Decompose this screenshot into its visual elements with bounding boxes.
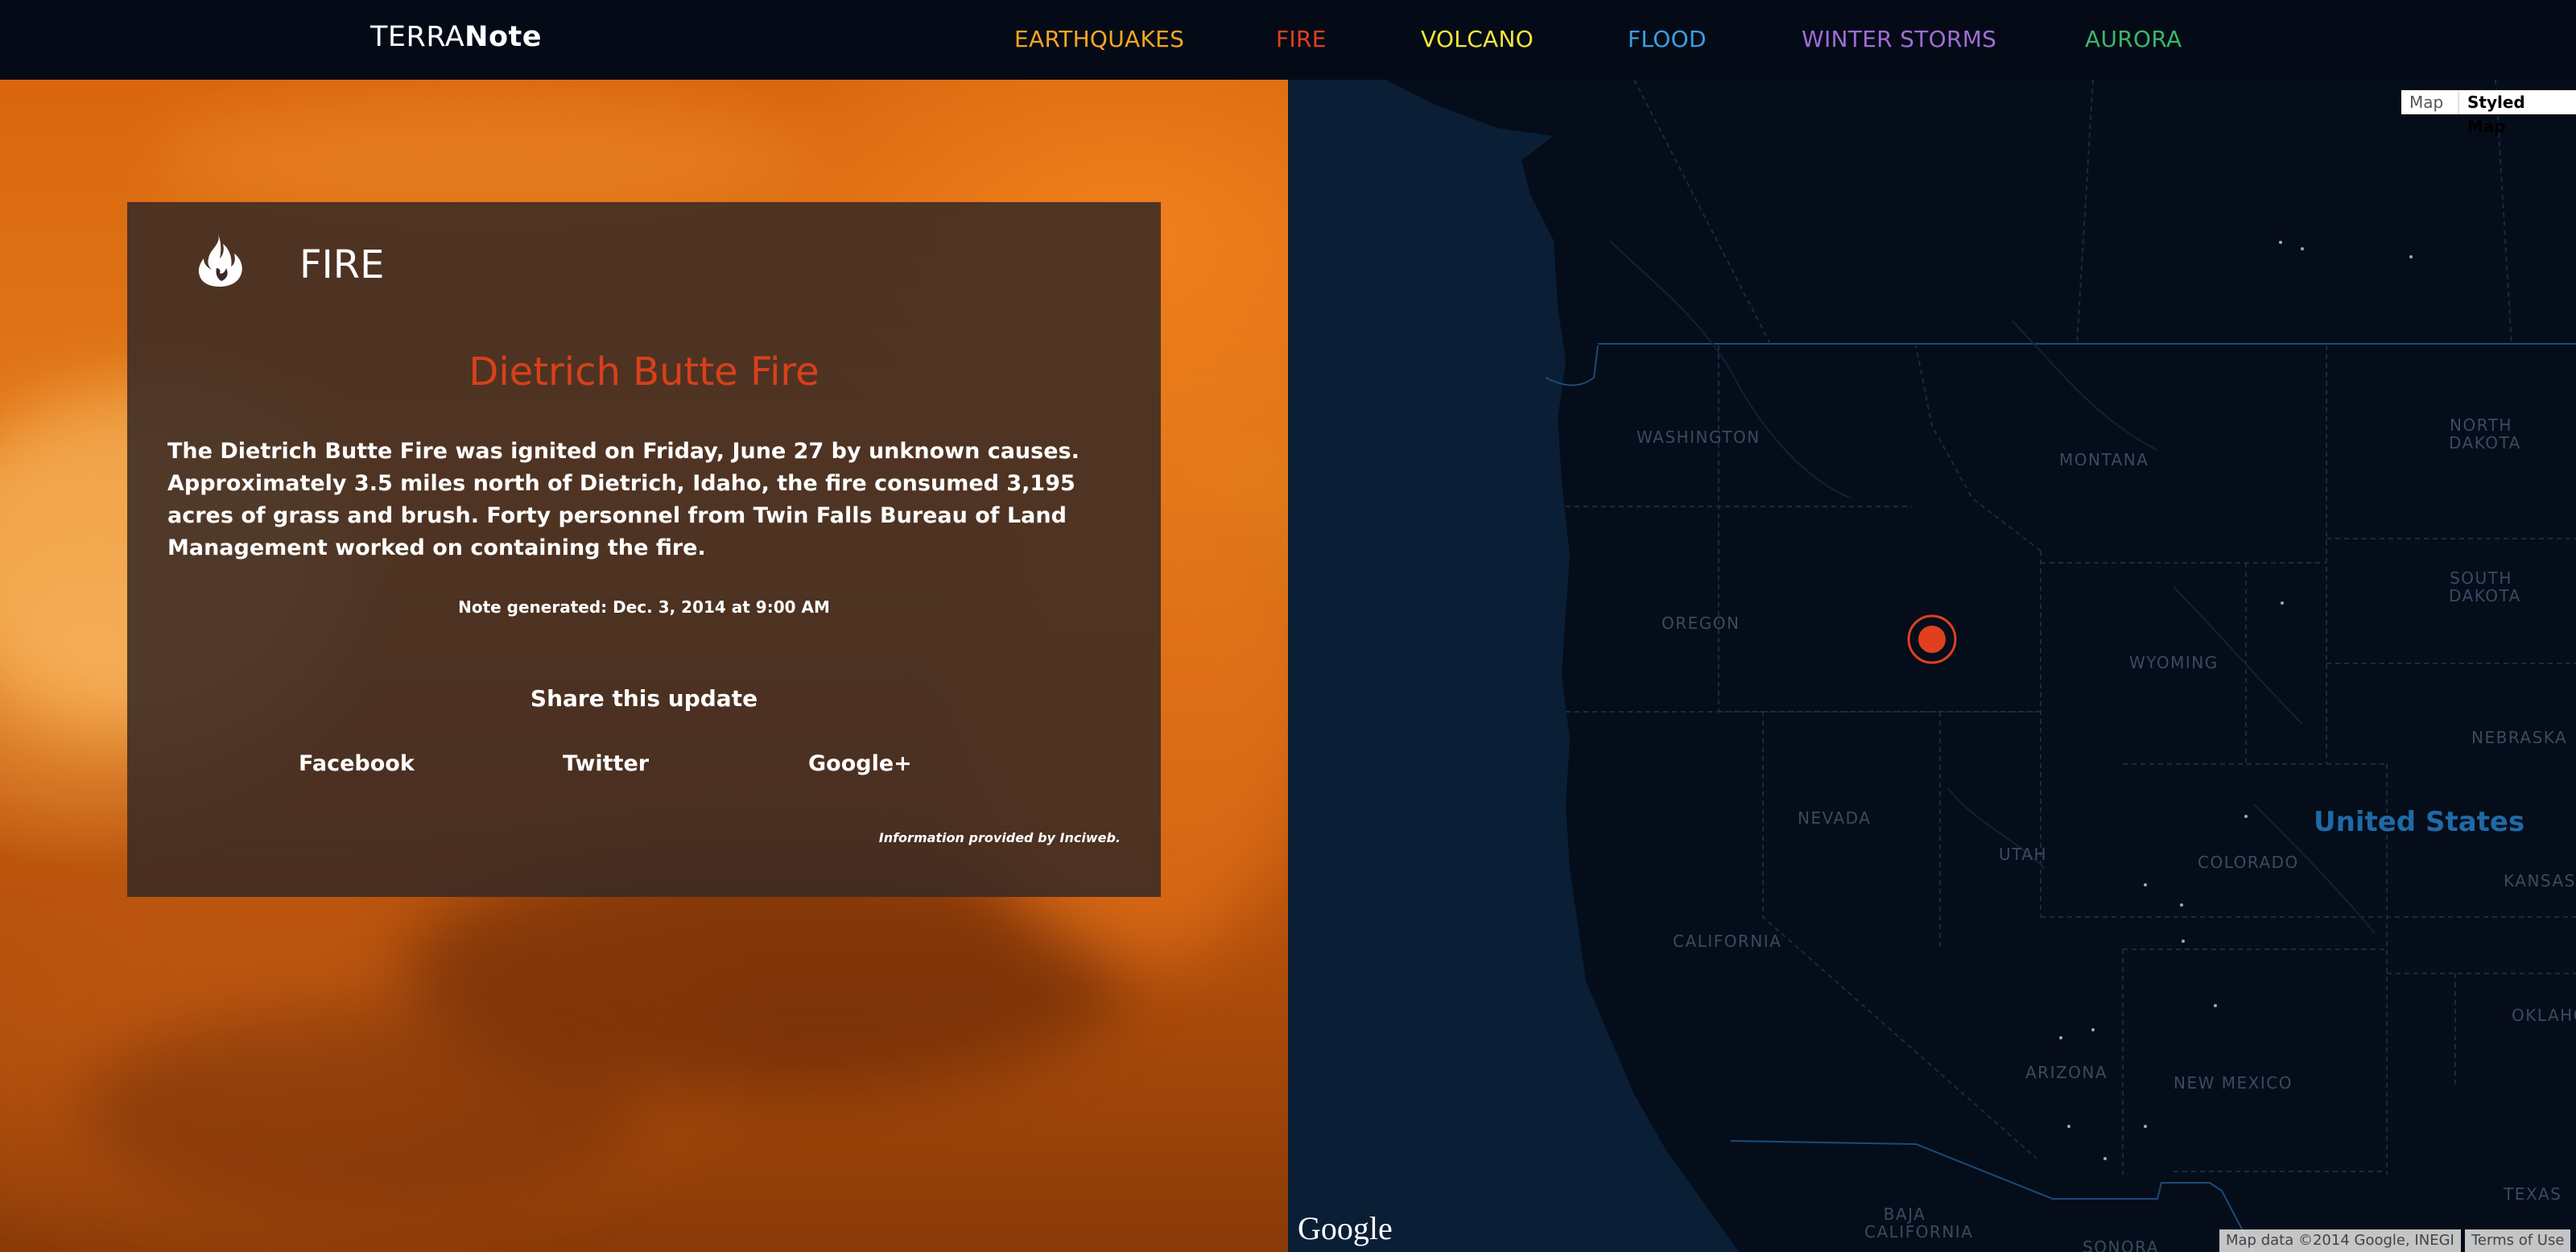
- land: [1521, 136, 2576, 1252]
- map-label-washington: WASHINGTON: [1637, 428, 1761, 447]
- nav-flood[interactable]: FLOOD: [1628, 26, 1707, 52]
- card-description: The Dietrich Butte Fire was ignited on F…: [167, 439, 1080, 560]
- map-label-california: CALIFORNIA: [1673, 932, 1782, 951]
- map-label-new-mexico: NEW MEXICO: [2174, 1073, 2293, 1093]
- nav-winter-storms[interactable]: WINTER STORMS: [1802, 26, 1996, 52]
- map-label-country: United States: [2314, 806, 2525, 838]
- nav-earthquakes[interactable]: EARTHQUAKES: [1014, 26, 1184, 52]
- note-timestamp: Note generated: Dec. 3, 2014 at 9:00 AM: [458, 597, 830, 617]
- map-label-colorado: COLORADO: [2198, 853, 2299, 872]
- map-label-texas: TEXAS: [2504, 1184, 2562, 1204]
- top-navigation-bar: TERRANote EARTHQUAKES FIRE VOLCANO FLOOD…: [0, 0, 2576, 80]
- nav-fire[interactable]: FIRE: [1276, 26, 1327, 52]
- nav-volcano[interactable]: VOLCANO: [1421, 26, 1534, 52]
- share-heading: Share this update: [530, 685, 758, 712]
- google-logo[interactable]: Google: [1298, 1209, 1393, 1247]
- logo-text-terra: TERRA: [370, 21, 465, 53]
- share-googleplus-link[interactable]: Google+: [808, 751, 912, 776]
- map-label-oregon: OREGON: [1662, 614, 1740, 633]
- app-logo[interactable]: TERRANote: [370, 21, 542, 53]
- map-label-nevada: NEVADA: [1798, 808, 1872, 828]
- map-label-arizona: ARIZONA: [2025, 1063, 2108, 1082]
- map-label-oklahoma: OKLAHOMA: [2512, 1006, 2576, 1025]
- map-label-kansas: KANSAS: [2504, 871, 2576, 890]
- map-label-wyoming: WYOMING: [2129, 653, 2219, 672]
- map-label-baja-california: BAJA CALIFORNIA: [1864, 1204, 1974, 1242]
- map-panel[interactable]: WASHINGTON MONTANA NORTH DAKOTA OREGON S…: [1288, 80, 2576, 1252]
- map-attribution: Map data ©2014 Google, INEGI: [2219, 1229, 2461, 1252]
- map-label-north-dakota: NORTH DAKOTA: [2449, 415, 2521, 452]
- terms-of-use-link[interactable]: Terms of Use: [2465, 1229, 2571, 1252]
- event-card: FIRE Dietrich Butte Fire The Dietrich Bu…: [127, 202, 1161, 897]
- fire-background-image: FIRE Dietrich Butte Fire The Dietrich Bu…: [0, 80, 1288, 1252]
- source-credit: Information provided by Inciweb.: [878, 830, 1121, 845]
- flame-icon: [198, 234, 242, 287]
- map-label-sonora: SONORA: [2083, 1238, 2159, 1252]
- nav-aurora[interactable]: AURORA: [2085, 26, 2182, 52]
- logo-text-note: Note: [464, 21, 542, 53]
- map-label-nebraska: NEBRASKA: [2471, 728, 2568, 747]
- map-type-styled-button[interactable]: Styled Map: [2459, 90, 2576, 136]
- share-facebook-link[interactable]: Facebook: [299, 751, 415, 776]
- map-label-utah: UTAH: [1999, 845, 2048, 864]
- map-label-south-dakota: SOUTH DAKOTA: [2449, 568, 2521, 605]
- card-title: Dietrich Butte Fire: [469, 349, 819, 395]
- share-twitter-link[interactable]: Twitter: [563, 751, 649, 776]
- card-category: FIRE: [299, 242, 385, 287]
- map-canvas[interactable]: [1288, 80, 2576, 1252]
- map-label-montana: MONTANA: [2059, 450, 2149, 469]
